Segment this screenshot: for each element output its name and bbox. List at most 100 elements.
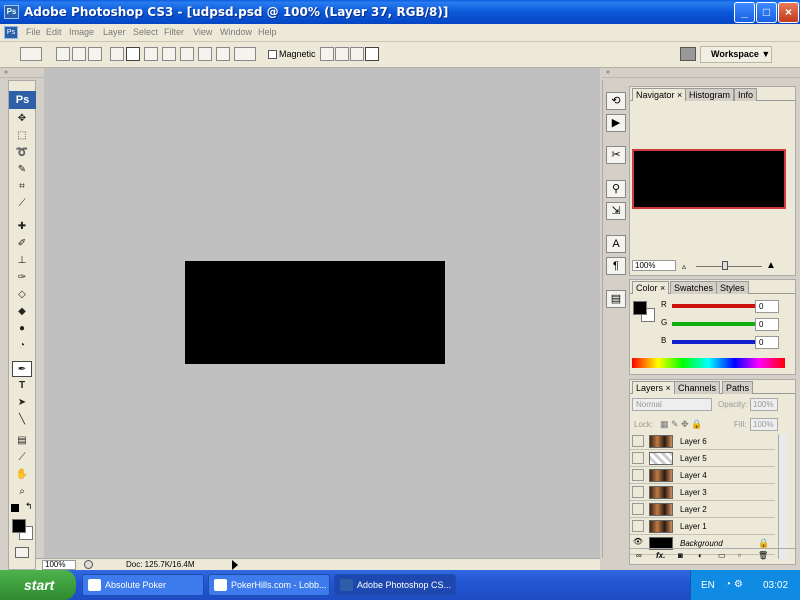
layer-row[interactable]: Layer 6 [630, 434, 775, 450]
brushes-icon[interactable]: ⚲ [606, 180, 626, 198]
path-intersect-button[interactable] [350, 47, 364, 61]
task-photoshop[interactable]: Adobe Photoshop CS... [334, 574, 456, 596]
navigator-zoom-field[interactable]: 100% [632, 260, 676, 271]
path-selection-icon[interactable]: ➤ [12, 395, 32, 411]
tab-navigator[interactable]: Navigator × [632, 88, 687, 101]
color-spectrum[interactable] [632, 358, 785, 368]
layer-comps-icon[interactable]: ▤ [606, 290, 626, 308]
maximize-button[interactable]: □ [756, 2, 777, 23]
start-button[interactable]: start [0, 570, 76, 600]
slice-tool-icon[interactable]: ⟋ [12, 196, 32, 212]
menu-window[interactable]: Window [220, 27, 252, 37]
quick-selection-tool-icon[interactable]: ✎ [12, 162, 32, 178]
menu-filter[interactable]: Filter [164, 27, 184, 37]
shape-layers-button[interactable] [56, 47, 70, 61]
delete-layer-icon[interactable]: 🗑 [758, 549, 768, 563]
fill-pixels-button[interactable] [88, 47, 102, 61]
tab-channels[interactable]: Channels [674, 381, 721, 394]
character-icon[interactable]: A [606, 235, 626, 253]
move-tool-icon[interactable]: ✥ [12, 111, 32, 127]
blend-mode-select[interactable]: Normal [632, 398, 712, 411]
opacity-field[interactable]: 100% [750, 398, 778, 411]
dodge-tool-icon[interactable]: ◔ [12, 338, 32, 354]
color-fg-swatch[interactable] [633, 301, 647, 315]
red-value[interactable]: 0 [755, 300, 779, 313]
zoom-field[interactable]: 100% [42, 560, 76, 570]
brush-tool-icon[interactable]: ✐ [12, 236, 32, 252]
zoom-tool-icon[interactable]: ⌕ [12, 484, 32, 500]
navigator-thumbnail[interactable] [632, 149, 786, 209]
eraser-tool-icon[interactable]: ◇ [12, 287, 32, 303]
path-exclude-button[interactable] [365, 47, 379, 61]
notes-tool-icon[interactable]: ▤ [12, 433, 32, 449]
document-icon[interactable]: Ps [4, 26, 18, 39]
layer-row[interactable]: Layer 5 [630, 450, 775, 467]
menu-view[interactable]: View [193, 27, 212, 37]
visibility-toggle[interactable] [632, 452, 644, 464]
fx-button[interactable]: fx. [656, 549, 665, 563]
tool-preset-picker[interactable] [20, 47, 42, 61]
path-add-button[interactable] [320, 47, 334, 61]
blur-tool-icon[interactable]: ● [12, 321, 32, 337]
tab-paths[interactable]: Paths [722, 381, 754, 394]
zoom-in-icon[interactable]: ▲ [766, 260, 776, 271]
polygon-shape-button[interactable] [198, 47, 212, 61]
zoom-slider[interactable] [696, 266, 762, 267]
pen-tool-icon[interactable]: ✒ [12, 361, 32, 377]
layers-scrollbar[interactable] [778, 434, 787, 559]
lock-icons[interactable]: ▦ ✎ ✥ 🔒 [660, 419, 702, 430]
layer-row[interactable]: Layer 2 [630, 501, 775, 518]
tab-info[interactable]: Info [734, 88, 758, 101]
menu-select[interactable]: Select [133, 27, 158, 37]
menu-help[interactable]: Help [258, 27, 277, 37]
minimize-button[interactable]: _ [734, 2, 755, 23]
visibility-toggle[interactable] [632, 503, 644, 515]
document-image[interactable] [185, 261, 445, 364]
task-absolute-poker[interactable]: Absolute Poker [82, 574, 204, 596]
ps-logo[interactable]: Ps [9, 91, 36, 109]
clone-source-icon[interactable]: ⇲ [606, 202, 626, 220]
menu-edit[interactable]: Edit [46, 27, 62, 37]
paint-bucket-icon[interactable]: ◆ [12, 304, 32, 320]
zoom-slider-thumb[interactable] [722, 261, 728, 270]
eyedropper-icon[interactable]: ⟋ [12, 450, 32, 466]
zoom-out-icon[interactable]: ▵ [682, 262, 686, 271]
history-brush-icon[interactable]: ✑ [12, 270, 32, 286]
new-group-icon[interactable]: ▭ [718, 549, 726, 563]
new-layer-icon[interactable]: ▫ [738, 549, 741, 563]
blue-value[interactable]: 0 [755, 336, 779, 349]
rounded-rectangle-button[interactable] [162, 47, 176, 61]
tab-styles[interactable]: Styles [716, 281, 749, 294]
toolbox-grip[interactable]: » [0, 68, 44, 78]
swap-colors-icon[interactable]: ↰ [25, 501, 33, 512]
close-button[interactable]: × [778, 2, 799, 23]
ellipse-shape-button[interactable] [180, 47, 194, 61]
language-indicator[interactable]: EN [701, 580, 715, 591]
layer-row[interactable]: Layer 4 [630, 467, 775, 484]
history-icon[interactable]: ⟲ [606, 92, 626, 110]
visibility-toggle[interactable] [632, 469, 644, 481]
pen-tool-button[interactable] [110, 47, 124, 61]
crop-tool-icon[interactable]: ⌗ [12, 179, 32, 195]
paragraph-icon[interactable]: ¶ [606, 257, 626, 275]
foreground-color-swatch[interactable] [12, 519, 26, 533]
lasso-tool-icon[interactable]: ➰ [12, 145, 32, 161]
type-tool-icon[interactable]: T [12, 378, 32, 394]
tab-layers[interactable]: Layers × [632, 381, 675, 394]
menu-file[interactable]: File [26, 27, 41, 37]
tab-color[interactable]: Color × [632, 281, 670, 294]
tab-swatches[interactable]: Swatches [670, 281, 718, 294]
link-layers-icon[interactable]: ∞ [636, 549, 642, 563]
green-value[interactable]: 0 [755, 318, 779, 331]
menu-image[interactable]: Image [69, 27, 94, 37]
menu-layer[interactable]: Layer [103, 27, 126, 37]
paths-button[interactable] [72, 47, 86, 61]
add-mask-icon[interactable]: ◙ [678, 549, 683, 563]
hand-tool-icon[interactable]: ✋ [12, 467, 32, 483]
palette-well-icon[interactable] [680, 47, 696, 61]
path-subtract-button[interactable] [335, 47, 349, 61]
visibility-toggle[interactable] [632, 520, 644, 532]
healing-brush-icon[interactable]: ✚ [12, 219, 32, 235]
adjustment-layer-icon[interactable]: ◐ [698, 549, 703, 563]
custom-shape-button[interactable] [234, 47, 256, 61]
